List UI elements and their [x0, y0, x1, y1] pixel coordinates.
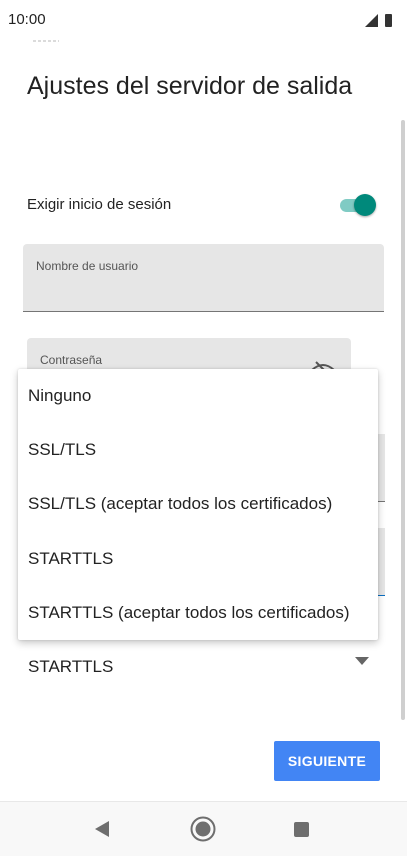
scrollbar[interactable] — [401, 120, 405, 720]
battery-icon — [385, 14, 392, 27]
dropdown-option-ninguno[interactable]: Ninguno — [18, 369, 378, 423]
signal-icon — [365, 14, 378, 27]
username-label: Nombre de usuario — [36, 259, 139, 273]
password-label: Contraseña — [40, 353, 103, 367]
scrolled-content-fade — [33, 40, 59, 42]
dropdown-arrow-icon[interactable] — [355, 657, 369, 665]
back-icon[interactable] — [94, 821, 110, 837]
require-login-label: Exigir inicio de sesión — [27, 196, 172, 213]
navigation-bar — [0, 801, 407, 856]
dropdown-option-starttls[interactable]: STARTTLS — [18, 532, 378, 586]
status-bar: 10:00 — [0, 0, 407, 40]
dropdown-option-ssl-tls-accept-all[interactable]: SSL/TLS (aceptar todos los certificados) — [18, 477, 378, 531]
status-icons — [365, 14, 392, 27]
next-button[interactable]: SIGUIENTE — [274, 741, 380, 781]
status-time: 10:00 — [8, 11, 46, 28]
security-dropdown-menu: Ninguno SSL/TLS SSL/TLS (aceptar todos l… — [18, 369, 378, 640]
dropdown-option-ssl-tls[interactable]: SSL/TLS — [18, 423, 378, 477]
recents-icon[interactable] — [294, 822, 309, 837]
toggle-thumb — [354, 194, 376, 216]
security-select-value[interactable]: STARTTLS — [28, 657, 113, 677]
home-icon[interactable] — [190, 816, 216, 842]
screen: 10:00 Ajustes del servidor de salida Exi… — [0, 0, 407, 856]
require-login-toggle[interactable] — [338, 193, 378, 217]
username-field[interactable]: Nombre de usuario — [23, 244, 384, 312]
dropdown-option-starttls-accept-all[interactable]: STARTTLS (aceptar todos los certificados… — [18, 586, 378, 640]
page-title: Ajustes del servidor de salida — [27, 72, 353, 100]
